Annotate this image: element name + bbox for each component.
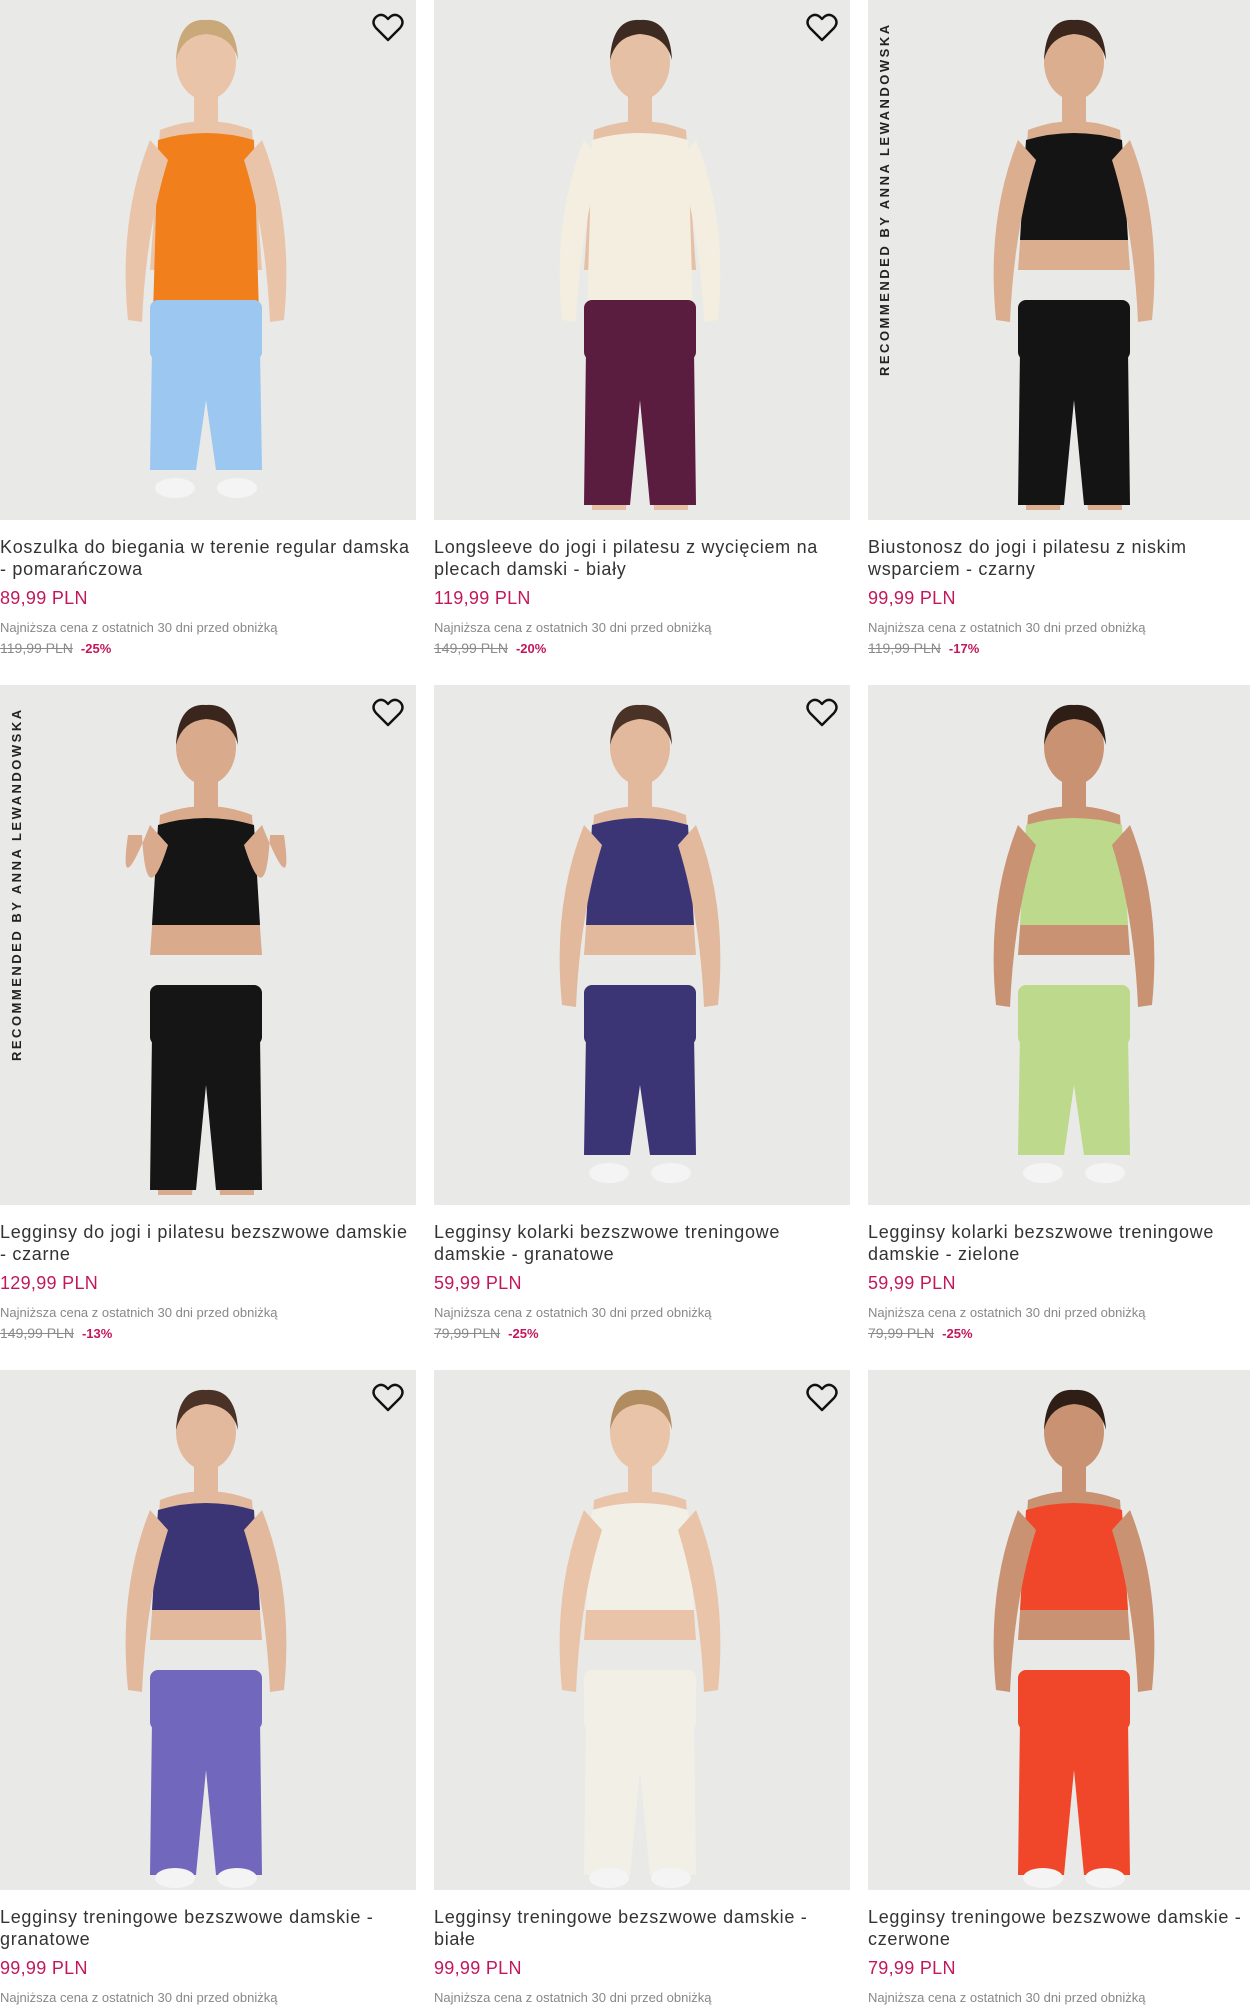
old-price: 79,99 PLN xyxy=(868,1325,935,1341)
product-card[interactable]: RECOMMENDED BY ANNA LEWANDOWSKA Biustono… xyxy=(868,0,1250,658)
lowest-price-label: Najniższa cena z ostatnich 30 dni przed … xyxy=(868,1305,1146,1320)
favorite-button[interactable] xyxy=(370,1380,406,1416)
old-price: 149,99 PLN xyxy=(434,640,508,656)
product-name[interactable]: Legginsy kolarki bezszwowe treningowe da… xyxy=(868,1221,1250,1265)
recommended-badge: RECOMMENDED BY ANNA LEWANDOWSKA xyxy=(6,691,28,1061)
model-figure xyxy=(434,685,850,1205)
product-price: 59,99 PLN xyxy=(434,1273,522,1293)
product-image[interactable] xyxy=(0,1370,416,1890)
product-name[interactable]: Koszulka do biegania w terenie regular d… xyxy=(0,536,416,580)
product-image[interactable] xyxy=(434,1370,850,1890)
heart-icon xyxy=(372,1383,404,1413)
model-figure xyxy=(0,1370,416,1890)
lowest-price-label: Najniższa cena z ostatnich 30 dni przed … xyxy=(0,620,278,635)
lowest-price-label: Najniższa cena z ostatnich 30 dni przed … xyxy=(434,620,712,635)
old-price-row: 79,99 PLN -25% xyxy=(868,1325,1250,1343)
product-price: 89,99 PLN xyxy=(0,588,88,608)
heart-icon xyxy=(806,1383,838,1413)
old-price-row: 119,99 PLN -17% xyxy=(868,640,1250,658)
product-image[interactable] xyxy=(868,685,1250,1205)
lowest-price-label: Najniższa cena z ostatnich 30 dni przed … xyxy=(434,1305,712,1320)
product-price: 129,99 PLN xyxy=(0,1273,99,1293)
discount-badge: -25% xyxy=(80,641,112,656)
model-figure xyxy=(434,1370,850,1890)
product-card[interactable]: Legginsy treningowe bezszwowe damskie - … xyxy=(868,1370,1250,2006)
product-name[interactable]: Longsleeve do jogi i pilatesu z wycięcie… xyxy=(434,536,850,580)
model-figure xyxy=(868,0,1250,520)
lowest-price-label: Najniższa cena z ostatnich 30 dni przed … xyxy=(434,1990,712,2005)
model-figure xyxy=(434,0,850,520)
product-price: 79,99 PLN xyxy=(868,1958,956,1978)
product-image[interactable] xyxy=(434,685,850,1205)
product-name[interactable]: Legginsy treningowe bezszwowe damskie - … xyxy=(0,1906,416,1950)
product-image[interactable]: RECOMMENDED BY ANNA LEWANDOWSKA xyxy=(0,685,416,1205)
old-price: 119,99 PLN xyxy=(868,640,941,656)
discount-badge: -17% xyxy=(948,641,980,656)
old-price-row: 149,99 PLN -13% xyxy=(0,1325,416,1343)
product-price: 99,99 PLN xyxy=(868,588,956,608)
product-card[interactable]: Legginsy treningowe bezszwowe damskie - … xyxy=(0,1370,416,2006)
product-image[interactable] xyxy=(434,0,850,520)
discount-badge: -25% xyxy=(942,1326,973,1341)
model-figure xyxy=(868,1370,1250,1890)
old-price: 119,99 PLN xyxy=(0,640,73,656)
lowest-price-label: Najniższa cena z ostatnich 30 dni przed … xyxy=(868,620,1146,635)
product-card[interactable]: Koszulka do biegania w terenie regular d… xyxy=(0,0,416,658)
product-name[interactable]: Biustonosz do jogi i pilatesu z niskim w… xyxy=(868,536,1250,580)
product-name[interactable]: Legginsy treningowe bezszwowe damskie - … xyxy=(434,1906,850,1950)
lowest-price-label: Najniższa cena z ostatnich 30 dni przed … xyxy=(0,1990,278,2005)
product-price: 99,99 PLN xyxy=(434,1958,522,1978)
product-price: 59,99 PLN xyxy=(868,1273,956,1293)
model-figure xyxy=(0,685,416,1205)
favorite-button[interactable] xyxy=(370,695,406,731)
product-card[interactable]: Longsleeve do jogi i pilatesu z wycięcie… xyxy=(434,0,850,658)
recommended-badge-text: RECOMMENDED BY ANNA LEWANDOWSKA xyxy=(9,707,24,1061)
lowest-price-label: Najniższa cena z ostatnich 30 dni przed … xyxy=(868,1990,1146,2005)
favorite-button[interactable] xyxy=(804,1380,840,1416)
heart-icon xyxy=(806,13,838,43)
product-card[interactable]: Legginsy treningowe bezszwowe damskie - … xyxy=(434,1370,850,2006)
heart-icon xyxy=(372,13,404,43)
product-image[interactable] xyxy=(0,0,416,520)
product-card[interactable]: Legginsy kolarki bezszwowe treningowe da… xyxy=(434,685,850,1343)
old-price-row: 149,99 PLN -20% xyxy=(434,640,850,658)
favorite-button[interactable] xyxy=(804,10,840,46)
recommended-badge: RECOMMENDED BY ANNA LEWANDOWSKA xyxy=(874,6,896,376)
discount-badge: -13% xyxy=(81,1326,113,1341)
old-price: 149,99 PLN xyxy=(0,1325,74,1341)
heart-icon xyxy=(806,698,838,728)
product-image[interactable]: RECOMMENDED BY ANNA LEWANDOWSKA xyxy=(868,0,1250,520)
discount-badge: -20% xyxy=(515,641,547,656)
recommended-badge-text: RECOMMENDED BY ANNA LEWANDOWSKA xyxy=(877,22,892,376)
product-name[interactable]: Legginsy kolarki bezszwowe treningowe da… xyxy=(434,1221,850,1265)
product-price: 119,99 PLN xyxy=(434,588,531,608)
heart-icon xyxy=(372,698,404,728)
model-figure xyxy=(868,685,1250,1205)
lowest-price-label: Najniższa cena z ostatnich 30 dni przed … xyxy=(0,1305,278,1320)
old-price: 79,99 PLN xyxy=(434,1325,501,1341)
product-price: 99,99 PLN xyxy=(0,1958,88,1978)
favorite-button[interactable] xyxy=(370,10,406,46)
old-price-row: 79,99 PLN -25% xyxy=(434,1325,850,1343)
product-card[interactable]: RECOMMENDED BY ANNA LEWANDOWSKA Legginsy… xyxy=(0,685,416,1343)
discount-badge: -25% xyxy=(508,1326,539,1341)
product-name[interactable]: Legginsy treningowe bezszwowe damskie - … xyxy=(868,1906,1250,1950)
product-image[interactable] xyxy=(868,1370,1250,1890)
model-figure xyxy=(0,0,416,520)
product-card[interactable]: Legginsy kolarki bezszwowe treningowe da… xyxy=(868,685,1250,1343)
old-price-row: 119,99 PLN -25% xyxy=(0,640,416,658)
product-name[interactable]: Legginsy do jogi i pilatesu bezszwowe da… xyxy=(0,1221,416,1265)
favorite-button[interactable] xyxy=(804,695,840,731)
